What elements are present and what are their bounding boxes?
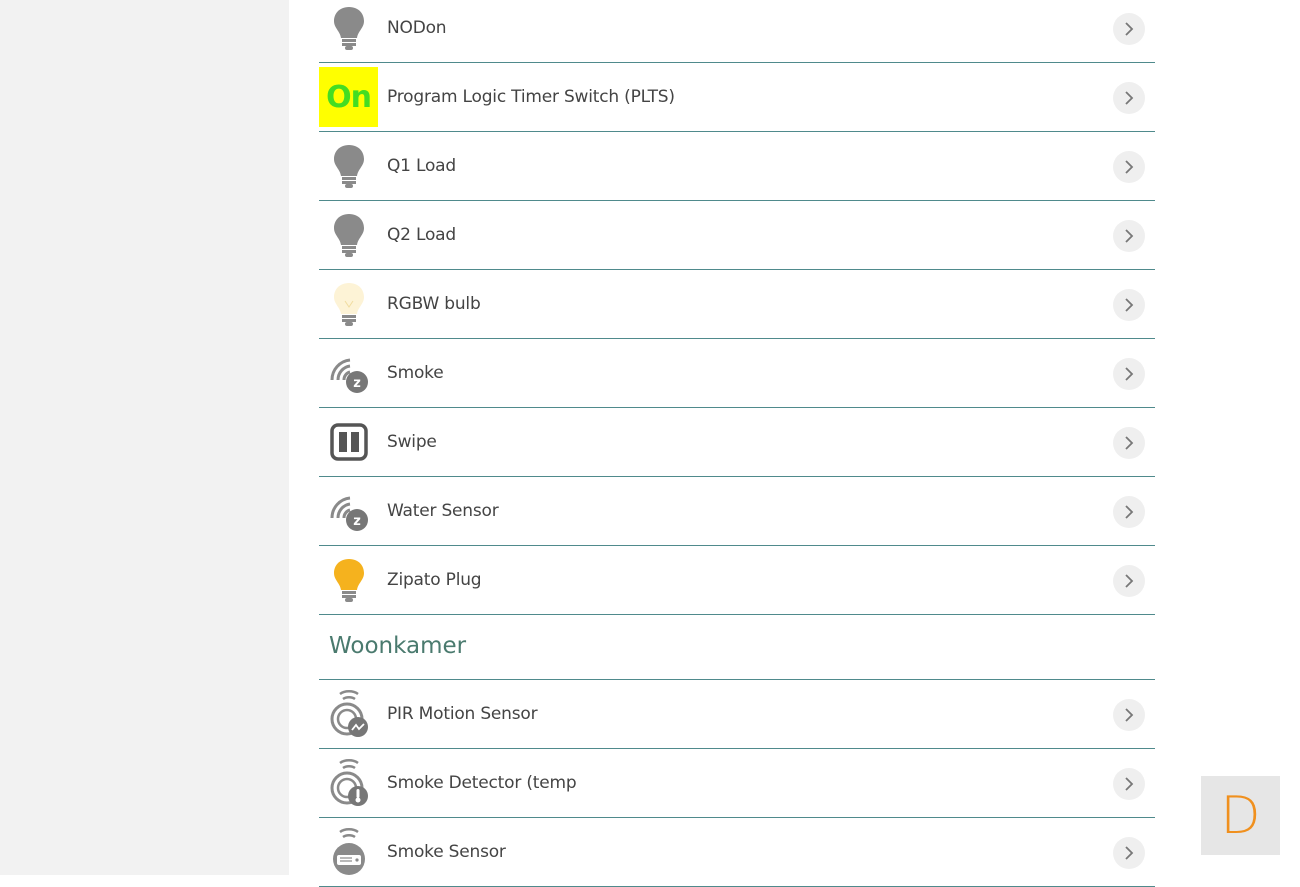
device-row-q2-load[interactable]: Q2 Load — [319, 201, 1155, 270]
bulb-gray-icon — [319, 205, 378, 265]
chevron-right-icon[interactable] — [1113, 151, 1145, 183]
device-row-smoke-sensor[interactable]: Smoke Sensor — [319, 818, 1155, 887]
device-row-smoke-detector-temp[interactable]: Smoke Detector (temp — [319, 749, 1155, 818]
device-label: Zipato Plug — [387, 570, 482, 590]
device-label: Water Sensor — [387, 501, 499, 521]
zwave-signal-icon: z — [319, 343, 378, 403]
device-label: Smoke Sensor — [387, 842, 506, 862]
motion-sensor-icon — [319, 684, 378, 744]
chevron-right-icon[interactable] — [1113, 699, 1145, 731]
chevron-right-icon[interactable] — [1113, 220, 1145, 252]
left-panel — [0, 0, 289, 875]
chevron-right-icon[interactable] — [1113, 82, 1145, 114]
device-row-plts[interactable]: On Program Logic Timer Switch (PLTS) — [319, 63, 1155, 132]
device-label: NODon — [387, 18, 447, 38]
chevron-right-icon[interactable] — [1113, 768, 1145, 800]
device-row-pir-motion-sensor[interactable]: PIR Motion Sensor — [319, 680, 1155, 749]
bulb-yellow-icon — [319, 550, 378, 610]
svg-text:z: z — [353, 376, 361, 391]
device-list: NODon On Program Logic Timer Switch (PLT… — [319, 0, 1155, 887]
chevron-right-icon[interactable] — [1113, 289, 1145, 321]
device-label: PIR Motion Sensor — [387, 704, 538, 724]
device-label: Swipe — [387, 432, 437, 452]
device-label: Smoke — [387, 363, 444, 383]
device-row-nodon[interactable]: NODon — [319, 0, 1155, 63]
chevron-right-icon[interactable] — [1113, 496, 1145, 528]
device-row-rgbw-bulb[interactable]: RGBW bulb — [319, 270, 1155, 339]
device-row-smoke[interactable]: z Smoke — [319, 339, 1155, 408]
device-label: Smoke Detector (temp — [387, 773, 577, 793]
device-label: Program Logic Timer Switch (PLTS) — [387, 87, 675, 107]
swipe-panel-icon — [319, 412, 378, 472]
chevron-right-icon[interactable] — [1113, 565, 1145, 597]
chevron-right-icon[interactable] — [1113, 427, 1145, 459]
smoke-sensor-icon — [319, 822, 378, 882]
bulb-pale-icon — [319, 274, 378, 334]
zwave-signal-icon: z — [319, 481, 378, 541]
bulb-gray-icon — [319, 136, 378, 196]
bulb-gray-icon — [319, 0, 378, 58]
device-label: RGBW bulb — [387, 294, 481, 314]
floating-d-button[interactable]: D — [1201, 776, 1280, 855]
chevron-right-icon[interactable] — [1113, 358, 1145, 390]
on-status-badge: On — [319, 67, 378, 127]
device-row-swipe[interactable]: Swipe — [319, 408, 1155, 477]
on-badge: On — [319, 67, 378, 127]
device-row-q1-load[interactable]: Q1 Load — [319, 132, 1155, 201]
device-label: Q2 Load — [387, 225, 456, 245]
chevron-right-icon[interactable] — [1113, 13, 1145, 45]
room-title: Woonkamer — [329, 633, 467, 659]
temperature-sensor-icon — [319, 753, 378, 813]
device-row-zipato-plug[interactable]: Zipato Plug — [319, 546, 1155, 615]
chevron-right-icon[interactable] — [1113, 837, 1145, 869]
device-row-water-sensor[interactable]: z Water Sensor — [319, 477, 1155, 546]
room-section-header: Woonkamer — [319, 615, 1155, 680]
device-label: Q1 Load — [387, 156, 456, 176]
svg-text:z: z — [353, 514, 361, 529]
